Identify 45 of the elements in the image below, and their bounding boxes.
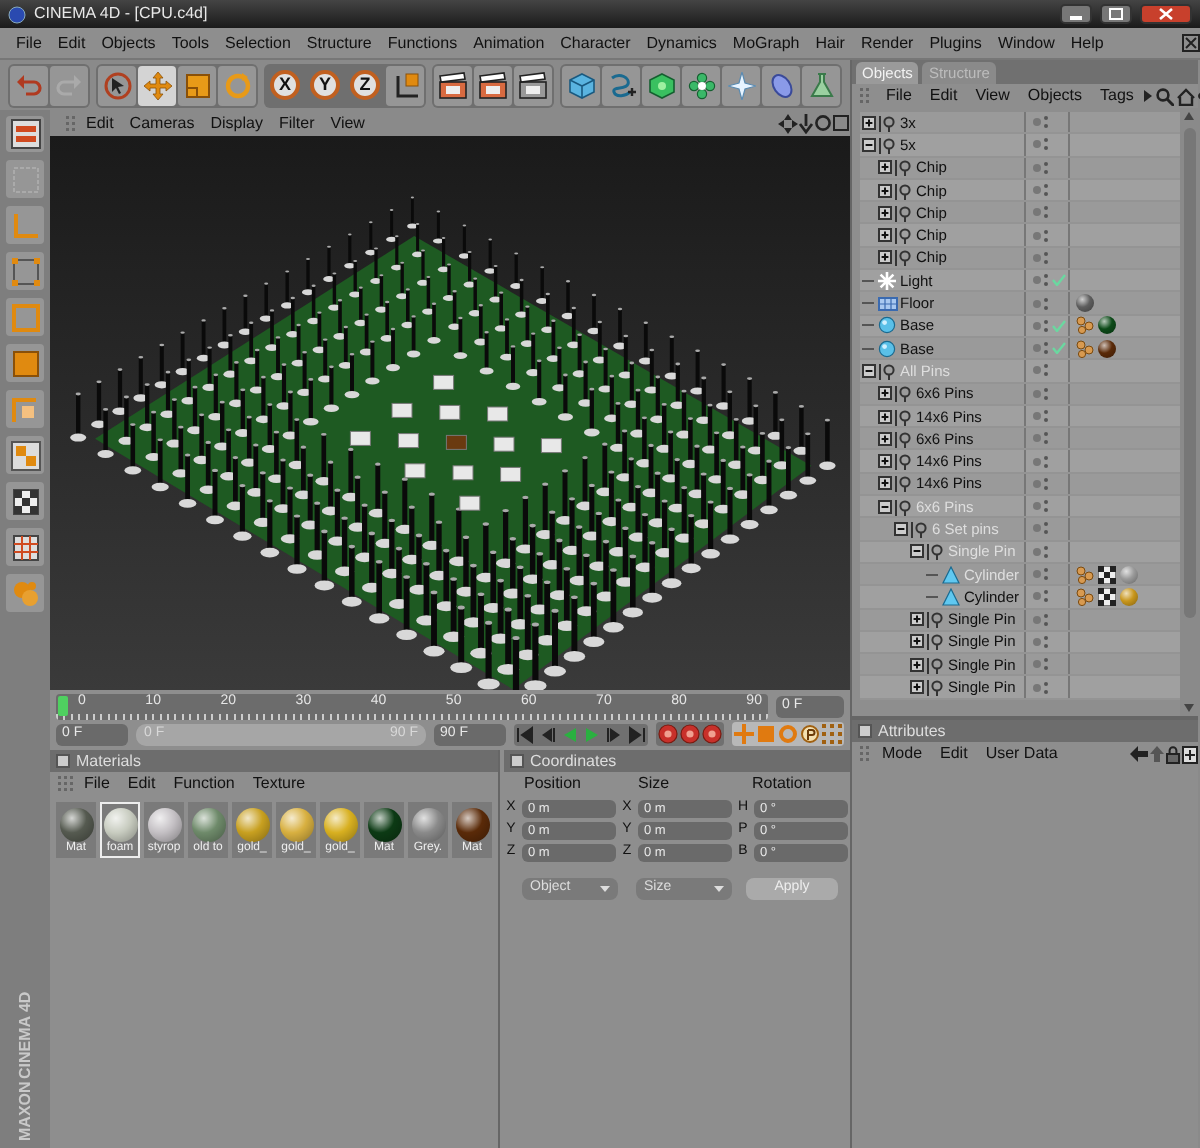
axis-lock-button[interactable]: Z bbox=[350, 70, 380, 100]
viewport-menu-item[interactable]: View bbox=[322, 113, 373, 133]
column-heading: Rotation bbox=[752, 774, 814, 794]
objects-menu-item[interactable]: Edit bbox=[921, 86, 966, 106]
attributes-menu-item[interactable]: Edit bbox=[932, 744, 976, 764]
viewport-menu-item[interactable]: Filter bbox=[270, 113, 323, 133]
menu-item[interactable]: Edit bbox=[49, 33, 94, 53]
viewport-menu-item[interactable]: Edit bbox=[78, 113, 122, 133]
menu-item[interactable]: MoGraph bbox=[724, 33, 808, 53]
menu-item[interactable]: Animation bbox=[465, 33, 553, 53]
axis-lock-button[interactable]: Y bbox=[310, 70, 340, 100]
materials-menu-item[interactable]: Edit bbox=[119, 774, 164, 794]
column-heading: Size bbox=[638, 774, 672, 794]
menu-item[interactable]: File bbox=[8, 33, 50, 53]
menu-item[interactable]: Dynamics bbox=[638, 33, 725, 53]
materials-menu-item[interactable]: File bbox=[76, 774, 118, 794]
menu-item[interactable]: Hair bbox=[807, 33, 853, 53]
menu-item[interactable]: Window bbox=[989, 33, 1063, 53]
menu-item[interactable]: Tools bbox=[163, 33, 217, 53]
logo-text: MAXON bbox=[17, 1080, 33, 1140]
axis-lock-button[interactable]: X bbox=[270, 70, 300, 100]
attributes-menu-item[interactable]: User Data bbox=[977, 744, 1066, 764]
attributes-menu-item[interactable]: Mode bbox=[874, 744, 931, 764]
objects-menu-item[interactable]: View bbox=[967, 86, 1018, 106]
materials-menu-item[interactable]: Function bbox=[165, 774, 243, 794]
menu-item[interactable]: Help bbox=[1062, 33, 1112, 53]
window-title: CINEMA 4D - [CPU.c4d] bbox=[34, 4, 210, 24]
menu-item[interactable]: Selection bbox=[217, 33, 299, 53]
menu-item[interactable]: Render bbox=[852, 33, 922, 53]
objects-menu-item[interactable]: Objects bbox=[1019, 86, 1091, 106]
viewport-menu-item[interactable]: Cameras bbox=[121, 113, 203, 133]
menu-item[interactable]: Objects bbox=[93, 33, 164, 53]
logo-text: CINEMA 4D bbox=[17, 991, 33, 1079]
panel-title: Materials bbox=[76, 751, 141, 771]
menu-item[interactable]: Plugins bbox=[921, 33, 990, 53]
materials-menu-item[interactable]: Texture bbox=[244, 774, 314, 794]
objects-menu-item[interactable]: File bbox=[878, 86, 920, 106]
menu-item[interactable]: Functions bbox=[379, 33, 466, 53]
viewport-menu-item[interactable]: Display bbox=[202, 113, 271, 133]
menu-item[interactable]: Structure bbox=[298, 33, 380, 53]
panel-title: Coordinates bbox=[530, 751, 617, 771]
column-heading: Position bbox=[524, 774, 583, 794]
menu-item[interactable]: Character bbox=[552, 33, 639, 53]
panel-title: Attributes bbox=[878, 721, 946, 741]
objects-menu-item[interactable]: Tags bbox=[1092, 86, 1142, 106]
